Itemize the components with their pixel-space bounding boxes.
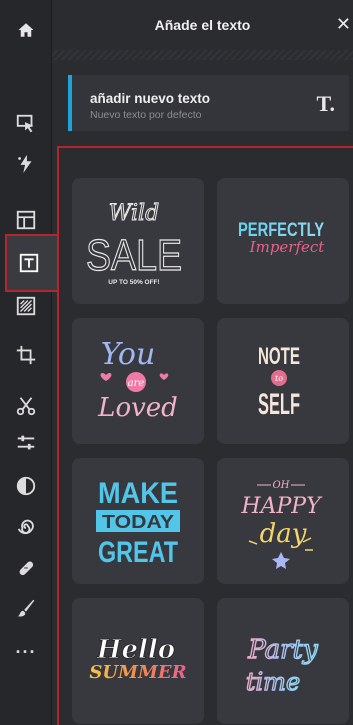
more-button[interactable]: ··· [0,634,52,670]
add-text-title: añadir nuevo texto [90,91,211,106]
preset-party-time[interactable]: Party time [217,598,349,724]
preset-text: MAKE [98,477,178,510]
preset-text: TODAY [102,512,174,532]
magic-icon [18,154,32,174]
preset-text: OH [273,480,290,491]
layout-icon [16,210,36,230]
home-icon [18,23,34,37]
spiral-icon [17,519,34,535]
panel-header: Añade el texto ✕ [52,0,353,50]
add-text-subtitle: Nuevo texto por defecto [90,109,202,121]
preset-text: are [128,378,145,389]
spiral-tool[interactable] [0,510,52,546]
home-button[interactable] [0,0,52,60]
preset-wild-sale[interactable]: Wild SALE UP TO 50% OFF! [72,178,204,304]
select-tool[interactable] [0,106,52,142]
adjust-icon [17,435,35,450]
preset-text: UP TO 50% OFF! [108,279,159,286]
text-presets-panel: Wild SALE UP TO 50% OFF! PERFECTLY Imper… [57,146,353,725]
preset-text: SALE [86,231,182,280]
preset-text: Imperfect [249,238,326,256]
preset-text: Hello [96,635,175,665]
bandage-tool[interactable] [0,550,52,586]
crop-tool[interactable] [0,337,52,373]
app: ··· Añade el texto ✕ añadir nuevo texto … [0,0,353,725]
preset-oh-happy-day[interactable]: OH HAPPY day [217,458,349,584]
contrast-tool[interactable] [0,468,52,504]
preset-text: HAPPY [240,494,323,519]
panel-title: Añade el texto [154,17,251,33]
preset-text: day [260,519,307,549]
crop-icon [16,345,36,365]
preset-text: Party [247,635,318,665]
add-new-text-button[interactable]: añadir nuevo texto Nuevo texto por defec… [68,75,349,131]
texture-tool[interactable] [0,288,52,324]
preset-make-today-great[interactable]: MAKE TODAY GREAT [72,458,204,584]
select-icon [16,114,34,133]
contrast-icon [16,476,36,496]
preset-note-to-self[interactable]: NOTE to SELF [217,318,349,444]
text-add-icon: T. [316,91,335,116]
preset-perfectly-imperfect[interactable]: PERFECTLY Imperfect [217,178,349,304]
bandage-icon [19,561,34,576]
brush-icon [17,599,35,617]
cut-icon [16,397,36,416]
preset-text: SELF [258,388,300,421]
preset-you-are-loved[interactable]: You are Loved [72,318,204,444]
preset-text: GREAT [98,536,178,569]
text-icon [19,253,38,273]
adjust-tool[interactable] [0,425,52,461]
header-divider [52,50,353,60]
preset-hello-summer[interactable]: Hello SUMMER [72,598,204,724]
accent-bar [68,75,72,131]
brush-tool[interactable] [0,590,52,626]
close-icon[interactable]: ✕ [336,14,351,35]
left-toolbar: ··· [0,0,68,725]
preset-text: NOTE [258,343,300,370]
preset-text: You [101,337,156,372]
magic-tool[interactable] [0,146,52,182]
layout-tool[interactable] [0,202,52,238]
preset-text: to [275,374,283,383]
texture-icon [16,296,36,316]
preset-text: SUMMER [89,662,186,683]
preset-text: Loved [97,393,178,423]
preset-text: Wild [109,201,159,226]
cut-tool[interactable] [0,388,52,424]
preset-text: time [246,668,300,696]
